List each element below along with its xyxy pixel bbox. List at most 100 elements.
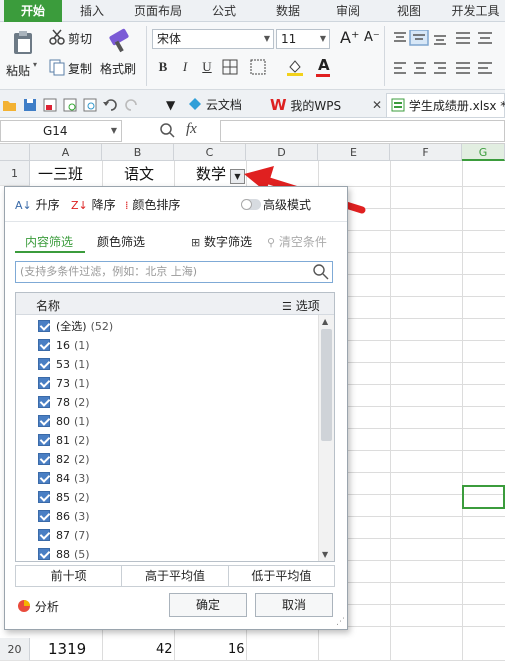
quick-access-icons[interactable] [2,97,152,113]
list-item[interactable]: 78 (2) [38,394,90,412]
italic-button[interactable]: I [176,58,194,76]
tab-formulas[interactable]: 公式 [198,0,250,22]
tab-page-layout[interactable]: 页面布局 [124,0,192,22]
cut-button[interactable]: 剪切 [68,30,92,47]
list-item[interactable]: (全选) (52) [38,318,113,336]
column-header-c[interactable]: C [174,144,246,161]
advanced-mode-toggle[interactable] [241,199,261,210]
ok-button[interactable]: 确定 [169,593,247,617]
increase-font-icon[interactable]: A⁺ [340,28,359,47]
cell-a20[interactable]: 1319 [48,640,86,658]
column-header-b[interactable]: B [102,144,174,161]
list-item[interactable]: 80 (1) [38,413,90,431]
list-scrollbar[interactable]: ▲ ▼ [318,315,334,561]
tab-content-filter[interactable]: 内容筛选 [25,233,73,250]
scrollbar-thumb[interactable] [321,329,332,441]
column-header-f[interactable]: F [390,144,462,161]
font-name-select[interactable]: 宋体 ▼ [152,29,274,49]
list-item[interactable]: 86 (3) [38,508,90,526]
close-tab-icon[interactable]: ✕ [372,98,382,112]
list-item[interactable]: 73 (1) [38,375,90,393]
merge-cells-icon[interactable] [250,59,266,75]
name-box[interactable]: G14 ▼ [0,120,122,142]
list-item[interactable]: 53 (1) [38,356,90,374]
sort-ascending-button[interactable]: A↓ 升序 [15,196,60,213]
row-header-20[interactable]: 20 [0,638,30,661]
borders-icon[interactable] [222,59,238,75]
formula-input[interactable] [220,120,505,142]
cell-b20[interactable]: 42 [156,642,173,657]
decrease-font-icon[interactable]: A⁻ [364,30,380,45]
list-item[interactable]: 82 (2) [38,451,90,469]
cell-b1[interactable]: 语文 [124,163,154,184]
checkbox-checked[interactable] [38,529,50,541]
column-header-g[interactable]: G [462,144,505,161]
checkbox-checked[interactable] [38,472,50,484]
cell-c20[interactable]: 16 [228,642,245,657]
checkbox-checked[interactable] [38,320,50,332]
checkbox-checked[interactable] [38,548,50,560]
vertical-align-icons[interactable] [392,30,502,46]
checkbox-checked[interactable] [38,415,50,427]
select-all-corner[interactable] [0,144,30,161]
quick-access-dropdown[interactable]: ▼ [166,93,175,117]
tab-home[interactable]: 开始 [4,0,62,22]
above-average-button[interactable]: 高于平均值 [122,566,229,586]
checkbox-checked[interactable] [38,358,50,370]
below-average-button[interactable]: 低于平均值 [229,566,334,586]
list-item[interactable]: 16 (1) [38,337,90,355]
underline-button[interactable]: U [198,58,216,76]
checkbox-checked[interactable] [38,339,50,351]
my-wps-tab[interactable]: W 我的WPS [270,93,341,117]
checkbox-checked[interactable] [38,491,50,503]
column-header-a[interactable]: A [30,144,102,161]
number-filter-button[interactable]: ⊞ 数字筛选 [191,233,252,250]
cloud-docs-tab[interactable]: 云文档 [186,93,242,117]
clear-filter-button[interactable]: ⚲ 清空条件 [267,233,327,250]
column-header-d[interactable]: D [246,144,318,161]
function-fx-button[interactable]: fx [186,121,197,138]
checkbox-checked[interactable] [38,377,50,389]
checkbox-checked[interactable] [38,434,50,446]
scroll-down-icon[interactable]: ▼ [322,550,328,559]
font-size-select[interactable]: 11 ▼ [276,29,330,49]
format-painter-icon[interactable] [106,28,132,54]
search-icon[interactable] [313,264,329,280]
horizontal-align-icons[interactable] [392,60,502,76]
cell-a1[interactable]: 一三班 [38,163,83,184]
top10-button[interactable]: 前十项 [16,566,123,586]
list-item[interactable]: 84 (3) [38,470,90,488]
bold-button[interactable]: B [154,58,172,76]
list-item[interactable]: 88 (5) [38,546,90,564]
color-sort-button[interactable]: ⁞ 颜色排序 [125,196,180,213]
filter-search-input[interactable]: (支持多条件过滤，例如：北京 上海) [15,261,333,283]
tab-color-filter[interactable]: 颜色筛选 [97,233,145,250]
tab-insert[interactable]: 插入 [66,0,118,22]
tab-developer[interactable]: 开发工具 [446,0,505,22]
checkbox-checked[interactable] [38,453,50,465]
cancel-button[interactable]: 取消 [255,593,333,617]
row-header-1[interactable]: 1 [0,161,30,186]
tab-view[interactable]: 视图 [386,0,432,22]
column-header-e[interactable]: E [318,144,390,161]
tab-review[interactable]: 审阅 [322,0,374,22]
selected-cell-g14[interactable] [462,485,505,509]
list-item[interactable]: 81 (2) [38,432,90,450]
sort-descending-button[interactable]: Z↓ 降序 [71,196,116,213]
paste-icon[interactable] [10,30,36,56]
options-button[interactable]: ☰ 选项 [282,297,320,314]
fill-color-icon[interactable] [286,58,304,76]
checkbox-checked[interactable] [38,396,50,408]
cell-c1[interactable]: 数学 [196,163,226,184]
list-item[interactable]: 87 (7) [38,527,90,545]
workbook-tab[interactable]: 学生成绩册.xlsx * [386,93,505,117]
resize-grip-icon[interactable]: ⋰ [336,617,345,627]
paste-dropdown-icon[interactable]: ▾ [33,60,37,69]
paste-button[interactable]: 粘贴 [6,62,30,79]
checkbox-checked[interactable] [38,510,50,522]
font-color-button[interactable]: A [318,56,330,74]
list-item[interactable]: 85 (2) [38,489,90,507]
zoom-search-icon[interactable] [160,123,176,139]
format-painter-button[interactable]: 格式刷 [100,60,136,77]
copy-button[interactable]: 复制 [68,60,92,77]
